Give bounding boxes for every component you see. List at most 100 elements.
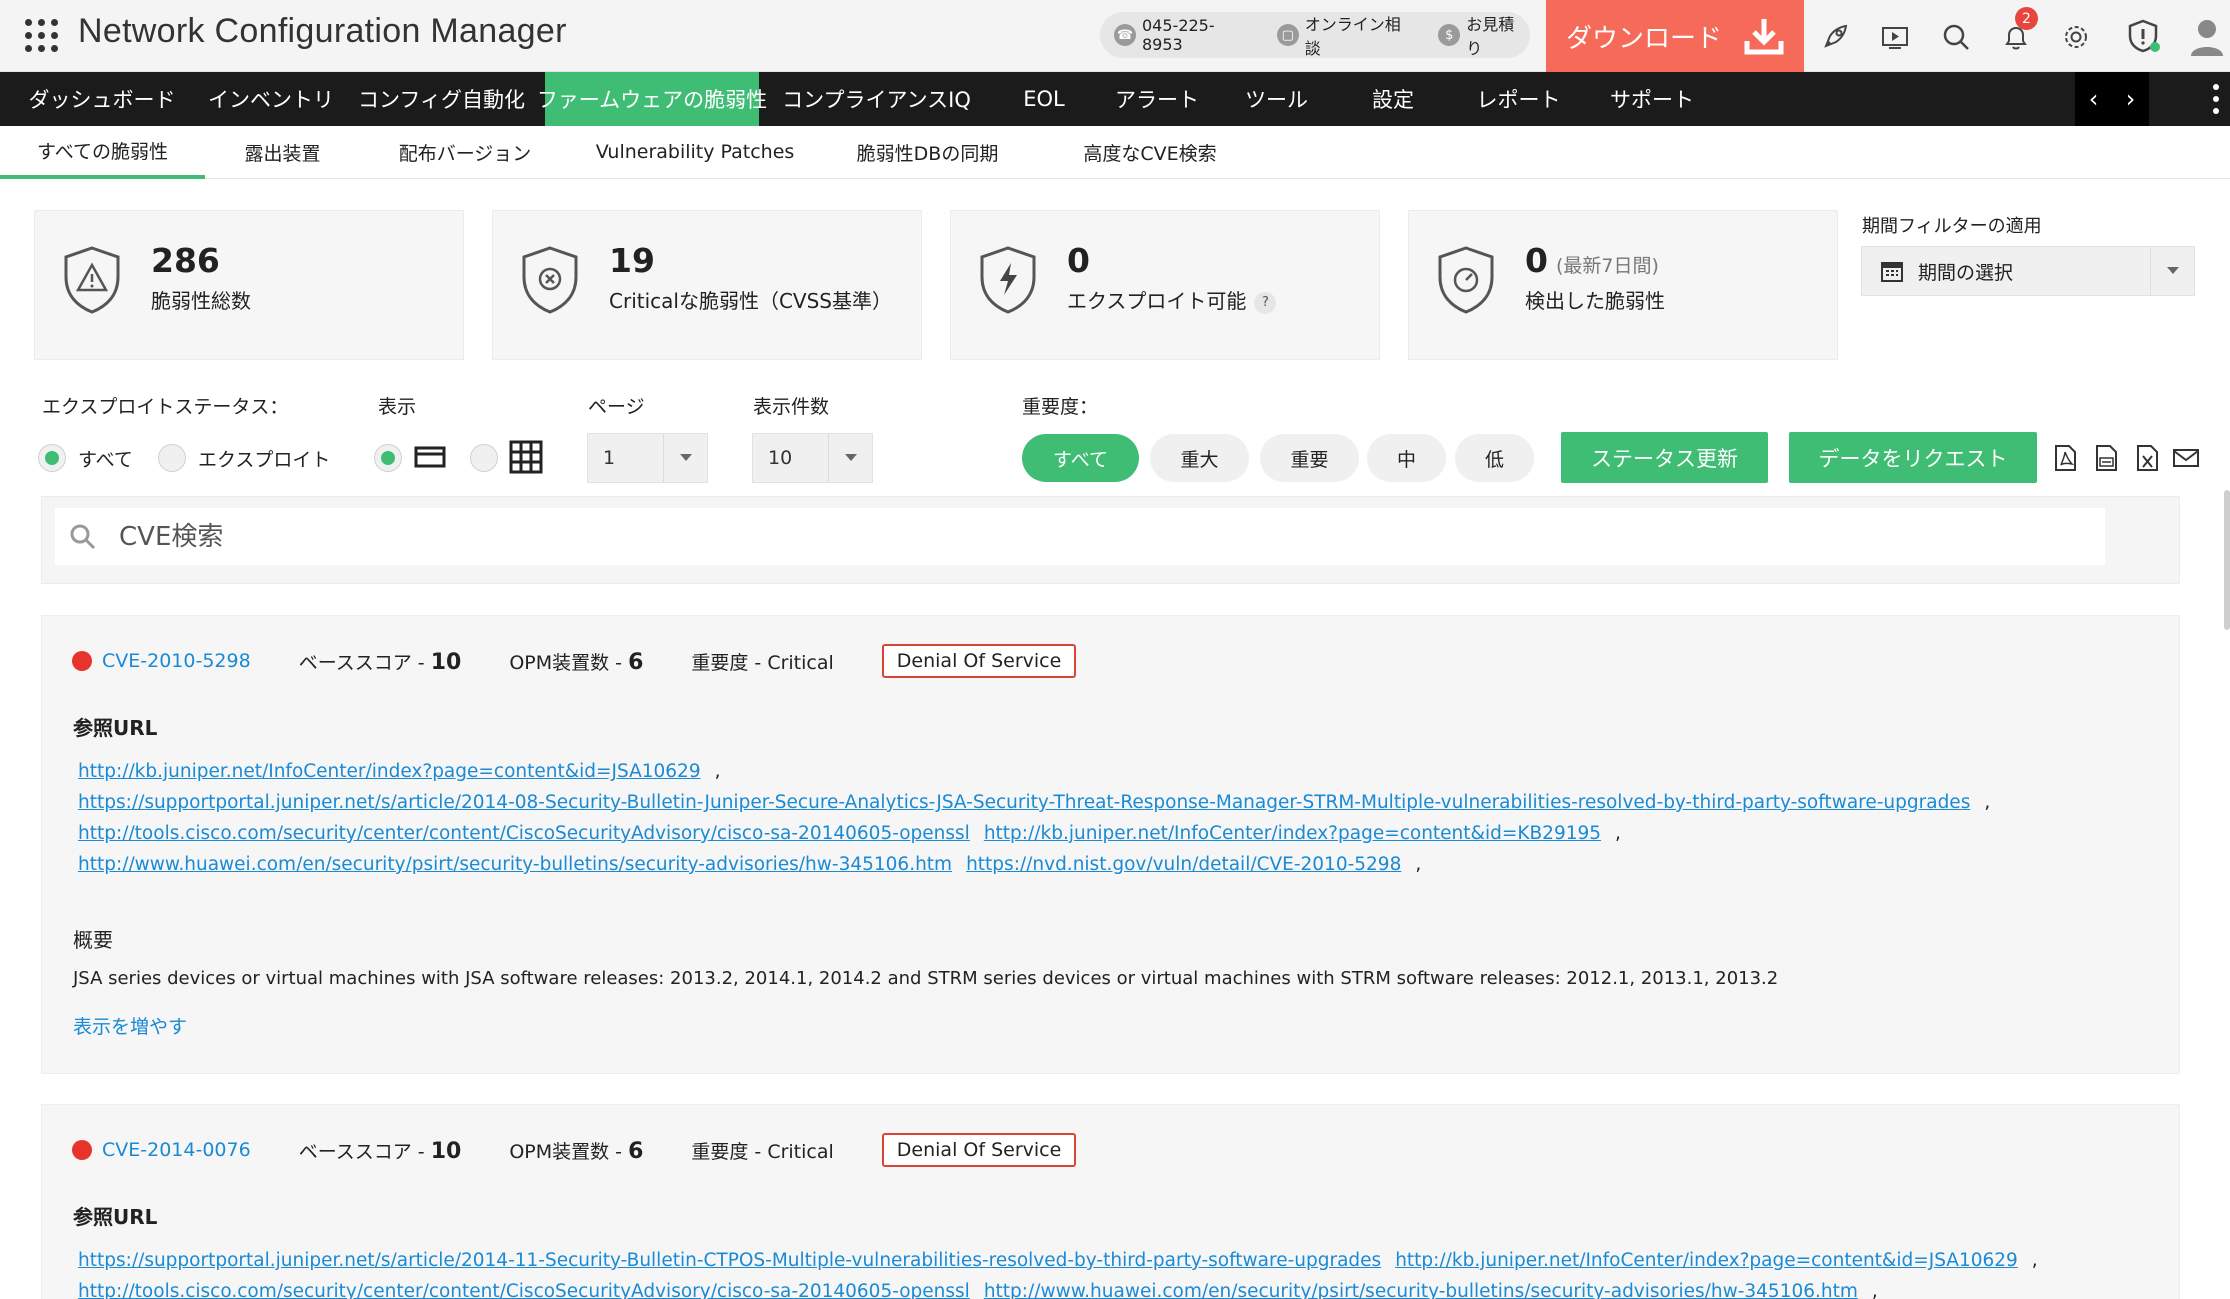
app-launcher-icon[interactable] xyxy=(25,19,59,53)
mail-icon[interactable] xyxy=(2172,444,2200,472)
nav-item[interactable]: ダッシュボード xyxy=(0,72,204,126)
grid-view-icon[interactable] xyxy=(509,440,543,474)
exploit-all-radio[interactable] xyxy=(38,444,66,472)
sub-tab[interactable]: 高度なCVE検索 xyxy=(1060,126,1240,178)
app-title: Network Configuration Manager xyxy=(78,12,567,50)
stat-card-exploitable: 0 エクスプロイト可能? xyxy=(950,210,1380,360)
nav-item[interactable]: EOL xyxy=(994,72,1094,126)
vuln-card: CVE-2014-0076 ベーススコア - 10 OPM装置数 - 6 重要度… xyxy=(41,1104,2180,1299)
show-more-link[interactable]: 表示を増やす xyxy=(73,1012,187,1039)
help-icon[interactable]: ? xyxy=(1254,291,1277,314)
list-view-icon[interactable] xyxy=(413,440,447,474)
nav-scroll-arrows[interactable]: ‹ › xyxy=(2075,72,2149,126)
nav-item[interactable]: アラート xyxy=(1094,72,1220,126)
pdf-export-icon[interactable] xyxy=(2052,444,2078,472)
severity-medium-button[interactable]: 中 xyxy=(1367,434,1446,482)
excel-export-icon[interactable] xyxy=(2134,444,2160,472)
page-select-value: 1 xyxy=(603,447,616,469)
critical-vuln-label: Criticalな脆弱性（CVSS基準） xyxy=(609,289,892,313)
nav-item[interactable]: レポート xyxy=(1453,72,1584,126)
count-select[interactable]: 10 xyxy=(752,433,873,483)
cve-search-input[interactable] xyxy=(119,521,2019,552)
detected-period: (最新7日間) xyxy=(1555,255,1659,277)
ref-url-link[interactable]: http://tools.cisco.com/security/center/c… xyxy=(78,823,970,844)
nav-item[interactable]: コンフィグ自動化 xyxy=(338,72,545,126)
exploit-only-radio[interactable] xyxy=(158,444,186,472)
view-grid-radio[interactable] xyxy=(470,444,498,472)
top-header: Network Configuration Manager ☎ 045-225-… xyxy=(0,0,2230,72)
exploit-only-label[interactable]: エクスプロイト xyxy=(198,445,330,472)
gear-icon[interactable] xyxy=(2061,22,2091,52)
sub-tab[interactable]: 露出装置 xyxy=(230,126,335,178)
summary-text: JSA series devices or virtual machines w… xyxy=(73,968,1779,989)
ref-url-link[interactable]: http://www.huawei.com/en/security/psirt/… xyxy=(984,1281,1858,1299)
ref-url-list: https://supportportal.juniper.net/s/arti… xyxy=(78,1245,2148,1299)
search-icon xyxy=(70,524,96,549)
page-label: ページ xyxy=(588,396,645,418)
exploit-status-label: エクスプロイトステータス： xyxy=(42,396,289,418)
x-shield-icon xyxy=(522,246,578,314)
ref-url-link[interactable]: http://tools.cisco.com/security/center/c… xyxy=(78,1281,970,1299)
nav-item[interactable]: ファームウェアの脆弱性 xyxy=(537,72,767,126)
ref-url-link[interactable]: https://nvd.nist.gov/vuln/detail/CVE-201… xyxy=(966,854,1401,875)
base-score: ベーススコア - 10 xyxy=(298,1138,462,1164)
critical-dot-icon xyxy=(72,1140,92,1160)
quote-link[interactable]: お見積り xyxy=(1466,11,1530,59)
phone-icon: ☎ xyxy=(1114,24,1136,46)
nav-item[interactable]: ツール xyxy=(1220,72,1333,126)
severity-all-button[interactable]: すべて xyxy=(1022,434,1139,482)
ref-url-link[interactable]: https://supportportal.juniper.net/s/arti… xyxy=(78,1250,1381,1271)
page-scrollbar[interactable] xyxy=(2224,490,2230,630)
sub-tab[interactable]: Vulnerability Patches xyxy=(585,126,805,178)
warning-shield-icon xyxy=(64,246,120,314)
search-icon[interactable] xyxy=(1941,22,1971,52)
severity-important-button[interactable]: 重要 xyxy=(1260,434,1359,482)
rocket-icon[interactable] xyxy=(1820,22,1850,52)
chevron-left-icon[interactable]: ‹ xyxy=(2089,85,2099,113)
nav-item[interactable]: 設定 xyxy=(1333,72,1453,126)
cve-id-link[interactable]: CVE-2010-5298 xyxy=(102,650,251,672)
total-vuln-count: 286 xyxy=(151,241,220,280)
csv-export-icon[interactable] xyxy=(2093,444,2119,472)
ref-url-link[interactable]: http://kb.juniper.net/InfoCenter/index?p… xyxy=(78,761,701,782)
chat-icon: ▢ xyxy=(1276,24,1299,46)
nav-item[interactable]: コンプライアンスIQ xyxy=(759,72,994,126)
cve-id-link[interactable]: CVE-2014-0076 xyxy=(102,1139,251,1161)
main-nav: ダッシュボード インベントリ コンフィグ自動化 ファームウェアの脆弱性 コンプライアンス… xyxy=(0,72,2230,126)
detected-label: 検出した脆弱性 xyxy=(1525,289,1665,313)
request-data-button[interactable]: データをリクエスト xyxy=(1789,432,2037,483)
exploit-all-label[interactable]: すべて xyxy=(78,445,133,472)
severity-low-button[interactable]: 低 xyxy=(1455,434,1534,482)
period-filter-label: 期間フィルターの適用 xyxy=(1862,216,2042,237)
nav-item[interactable]: インベントリ xyxy=(204,72,338,126)
status-update-button[interactable]: ステータス更新 xyxy=(1561,432,1768,483)
critical-dot-icon xyxy=(72,651,92,671)
download-label: ダウンロード xyxy=(1565,23,1722,54)
ref-url-link[interactable]: http://kb.juniper.net/InfoCenter/index?p… xyxy=(984,823,1601,844)
ref-url-link[interactable]: http://www.huawei.com/en/security/psirt/… xyxy=(78,854,952,875)
sub-tab[interactable]: 配布バージョン xyxy=(380,126,550,178)
clock-shield-icon xyxy=(1438,246,1494,314)
ref-url-link[interactable]: https://supportportal.juniper.net/s/arti… xyxy=(78,792,1970,813)
chevron-right-icon[interactable]: › xyxy=(2126,85,2136,113)
online-consult-link[interactable]: オンライン相談 xyxy=(1305,11,1417,59)
phone-number[interactable]: 045-225-8953 xyxy=(1142,16,1255,54)
more-menu-icon[interactable] xyxy=(2212,84,2220,114)
period-select[interactable]: 期間の選択 xyxy=(1861,246,2195,296)
sub-tab[interactable]: 脆弱性DBの同期 xyxy=(845,126,1010,178)
vuln-card: CVE-2010-5298 ベーススコア - 10 OPM装置数 - 6 重要度… xyxy=(41,615,2180,1074)
sub-tab[interactable]: すべての脆弱性 xyxy=(0,126,205,179)
detected-count: 0 (最新7日間) xyxy=(1525,241,1659,280)
view-list-radio[interactable] xyxy=(374,444,402,472)
nav-item[interactable]: サポート xyxy=(1584,72,1720,126)
alert-shield-icon[interactable] xyxy=(2125,18,2161,54)
critical-vuln-count: 19 xyxy=(609,241,655,280)
opm-device-count: OPM装置数 - 6 xyxy=(509,1138,644,1164)
video-icon[interactable] xyxy=(1880,22,1910,52)
exploitable-label: エクスプロイト可能? xyxy=(1067,287,1357,316)
page-select[interactable]: 1 xyxy=(587,433,708,483)
avatar[interactable] xyxy=(2188,16,2226,56)
ref-url-link[interactable]: http://kb.juniper.net/InfoCenter/index?p… xyxy=(1395,1250,2018,1271)
severity-critical-button[interactable]: 重大 xyxy=(1150,434,1249,482)
download-button[interactable]: ダウンロード xyxy=(1546,0,1804,72)
